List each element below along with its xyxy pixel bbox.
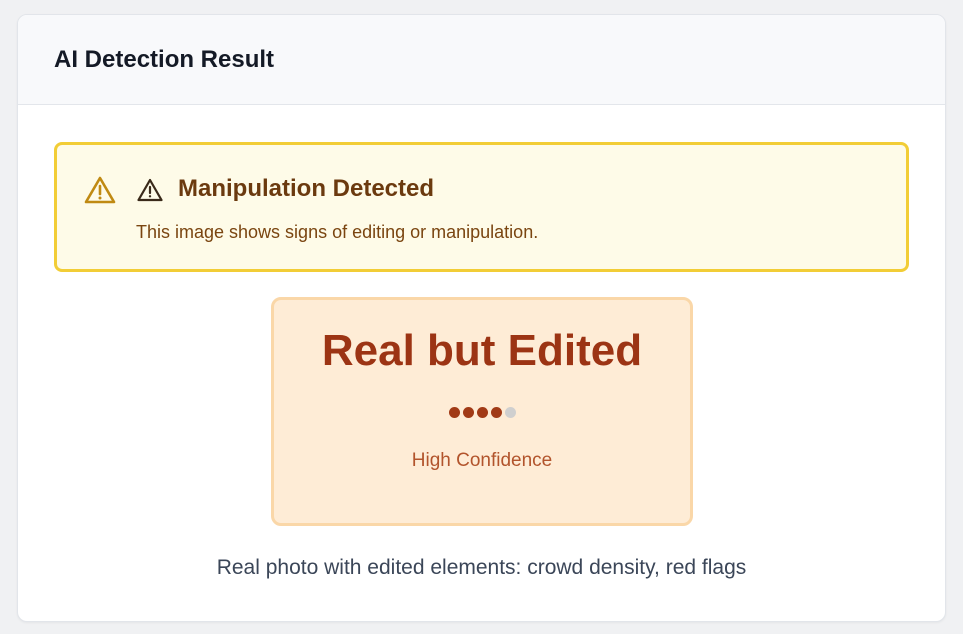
manipulation-alert: Manipulation Detected This image shows s…: [54, 142, 909, 272]
alert-message: This image shows signs of editing or man…: [136, 222, 539, 242]
confidence-dot-filled: [462, 407, 474, 418]
verdict-box: Real but Edited High Confidence: [271, 297, 693, 526]
confidence-text: High Confidence: [411, 450, 553, 471]
result-description: Real photo with edited elements: crowd d…: [216, 556, 747, 579]
confidence-dot-empty: [504, 407, 516, 418]
alert-title: Manipulation Detected: [178, 175, 435, 202]
card-title: AI Detection Result: [54, 45, 275, 73]
confidence-dots: [274, 407, 690, 418]
detection-result-card: AI Detection Result Manipulation Detecte…: [17, 14, 946, 622]
confidence-dot-filled: [476, 407, 488, 418]
warning-triangle-icon: [137, 178, 163, 202]
confidence-dot-filled: [490, 407, 502, 418]
warning-triangle-icon: [84, 176, 116, 204]
card-header: AI Detection Result: [18, 15, 945, 105]
verdict-label: Real but Edited: [321, 326, 643, 375]
confidence-dot-filled: [448, 407, 460, 418]
